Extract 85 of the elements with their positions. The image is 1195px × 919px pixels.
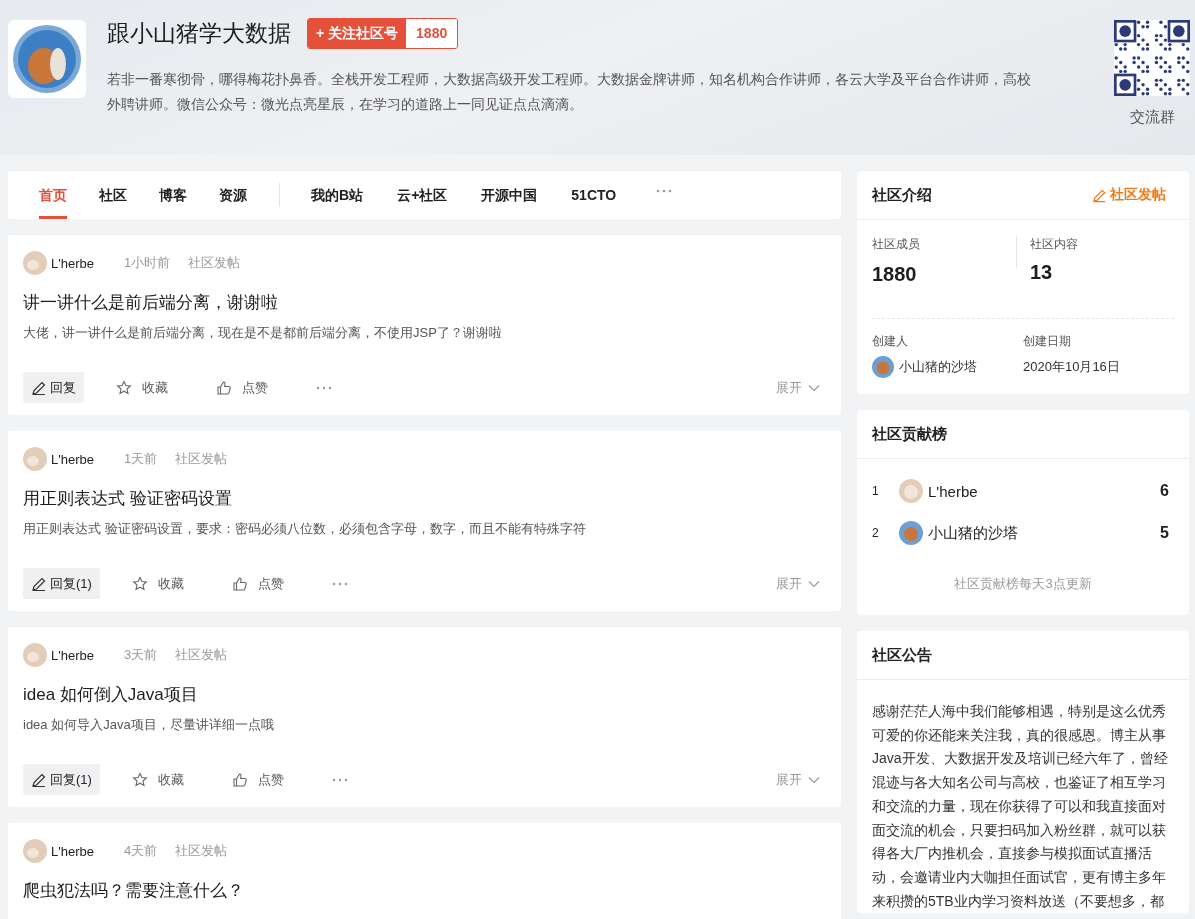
chevron-down-icon — [808, 775, 820, 784]
star-icon — [131, 771, 148, 788]
card-title: 社区贡献榜 — [872, 424, 947, 444]
nav-link[interactable]: 云+社区 — [397, 171, 482, 219]
user-avatar[interactable] — [23, 643, 47, 667]
stat-label: 社区成员 — [872, 236, 921, 253]
thumbs-up-icon — [231, 575, 248, 592]
more-icon[interactable] — [331, 581, 348, 586]
creator-name[interactable]: 小山猪的沙塔 — [899, 358, 977, 376]
post-excerpt: 大佬，讲一讲什么是前后端分离，现在是不是都前后端分离，不使用JSP了？谢谢啦 — [23, 324, 503, 342]
created-date: 2020年10月16日 — [1023, 358, 1121, 376]
post-time: 3天前 — [123, 646, 158, 664]
thumbs-up-icon — [231, 771, 248, 788]
post-source: 社区发帖 — [175, 450, 228, 468]
contribution-score: 5 — [1160, 524, 1169, 542]
post-time: 1天前 — [123, 450, 158, 468]
creator-label: 创建人 — [872, 333, 909, 350]
collect-button[interactable]: 收藏 — [116, 378, 184, 397]
notice-text: 感谢茫茫人海中我们能够相遇，特别是这么优秀可爱的你还能来关注我，真的很感恩。博主从事Java开发、大数据开发及培训已经六年了，曾经混迹与各大知名公司与高校，也鉴证了相互学习和交流的力量，现在你获得了可以和我直接面对面交流的机会，只要扫码加入粉丝群，就可以获得各大厂内推机会，直接参与模拟面试直播活动，会邀请业内大咖担任面试官，更有博主多年来积攒的5TB业内学习资料放送（不要想多，都 — [871, 702, 1169, 911]
thumbs-up-icon — [216, 379, 232, 396]
author-name[interactable]: L'herbe — [51, 647, 94, 663]
community-title: 跟小山猪学大数据 — [107, 19, 291, 48]
follow-control[interactable]: + 关注社区号 1880 — [307, 18, 459, 49]
post-title[interactable]: 讲一讲什么是前后端分离，谢谢啦 — [23, 291, 826, 314]
author-name[interactable]: L'herbe — [51, 451, 94, 467]
card-title: 社区介绍 — [872, 185, 932, 205]
edit-icon — [31, 771, 47, 788]
collect-button[interactable]: 收藏 — [131, 770, 200, 789]
nav-link[interactable]: 我的B站 — [311, 171, 398, 219]
nav-tab[interactable]: 博客 — [159, 171, 187, 219]
post-excerpt: idea 如何导入Java项目，尽量讲详细一点哦 — [23, 716, 275, 734]
user-avatar[interactable] — [23, 839, 47, 863]
nav-link[interactable]: 51CTO — [571, 171, 651, 219]
nav-tab[interactable]: 社区 — [99, 171, 127, 219]
nav-tab[interactable]: 资源 — [219, 171, 247, 219]
like-button[interactable]: 点赞 — [231, 574, 300, 593]
card-title: 社区公告 — [872, 645, 932, 665]
chevron-down-icon — [808, 383, 820, 392]
chevron-down-icon — [808, 579, 820, 588]
post-title[interactable]: 用正则表达式 验证密码设置 — [23, 487, 826, 510]
user-avatar[interactable] — [899, 521, 923, 545]
post-time: 1小时前 — [123, 254, 171, 272]
contribution-score: 6 — [1160, 482, 1169, 500]
author-name[interactable]: L'herbe — [51, 843, 94, 859]
stat-value: 13 — [1030, 261, 1054, 284]
community-description: 若非一番寒彻骨，哪得梅花扑鼻香。全栈开发工程师，大数据高级开发工程师。大数据金牌讲师，知名机构合作讲师，各云大学及平台合作讲师，高校外聘讲师。微信公众号：微光点亮星辰，在学习的道路上一同见证点点滴滴。 — [107, 71, 1032, 114]
contributor-name[interactable]: 小山猪的沙塔 — [928, 523, 1018, 543]
nav-tab[interactable]: 首页 — [39, 171, 67, 219]
user-avatar[interactable] — [23, 447, 47, 471]
reply-button[interactable]: 回复(1) — [23, 764, 100, 795]
user-avatar[interactable] — [899, 479, 923, 503]
user-avatar[interactable] — [872, 356, 894, 378]
reply-button[interactable]: 回复(1) — [23, 568, 100, 599]
date-label: 创建日期 — [1023, 333, 1072, 350]
contributor-name[interactable]: L'herbe — [928, 482, 978, 500]
collect-button[interactable]: 收藏 — [131, 574, 200, 593]
more-icon[interactable] — [331, 777, 348, 782]
user-avatar[interactable] — [23, 251, 47, 275]
edit-icon — [31, 379, 47, 396]
post-source: 社区发帖 — [175, 842, 228, 860]
post-source: 社区发帖 — [175, 646, 228, 664]
rank-number: 2 — [872, 526, 880, 540]
post-title[interactable]: 爬虫犯法吗？需要注意什么？ — [23, 879, 826, 902]
stat-label: 社区内容 — [1030, 236, 1079, 253]
author-name[interactable]: L'herbe — [51, 255, 94, 271]
stat-value: 1880 — [872, 263, 918, 286]
rank-number: 1 — [872, 484, 880, 498]
edit-icon — [1092, 187, 1107, 203]
ranking-note: 社区贡献榜每天3点更新 — [953, 575, 1093, 593]
reply-button[interactable]: 回复 — [23, 372, 84, 403]
post-time: 4天前 — [123, 842, 158, 860]
nav-link[interactable]: 开源中国 — [481, 171, 572, 219]
star-icon — [131, 575, 148, 592]
post-source: 社区发帖 — [188, 254, 241, 272]
post-title[interactable]: idea 如何倒入Java项目 — [23, 683, 826, 706]
post-excerpt: 用正则表达式 验证密码设置，要求：密码必须八位数，必须包含字母，数字，而且不能有特殊字符 — [23, 520, 587, 538]
star-icon — [116, 379, 132, 396]
follower-count: 1880 — [406, 19, 458, 48]
like-button[interactable]: 点赞 — [231, 770, 300, 789]
like-button[interactable]: 点赞 — [216, 378, 284, 397]
more-icon[interactable] — [316, 385, 332, 390]
edit-icon — [31, 575, 47, 592]
qr-label: 交流群 — [1129, 108, 1175, 127]
more-icon[interactable] — [656, 189, 673, 193]
follow-button[interactable]: + 关注社区号 — [308, 19, 407, 48]
